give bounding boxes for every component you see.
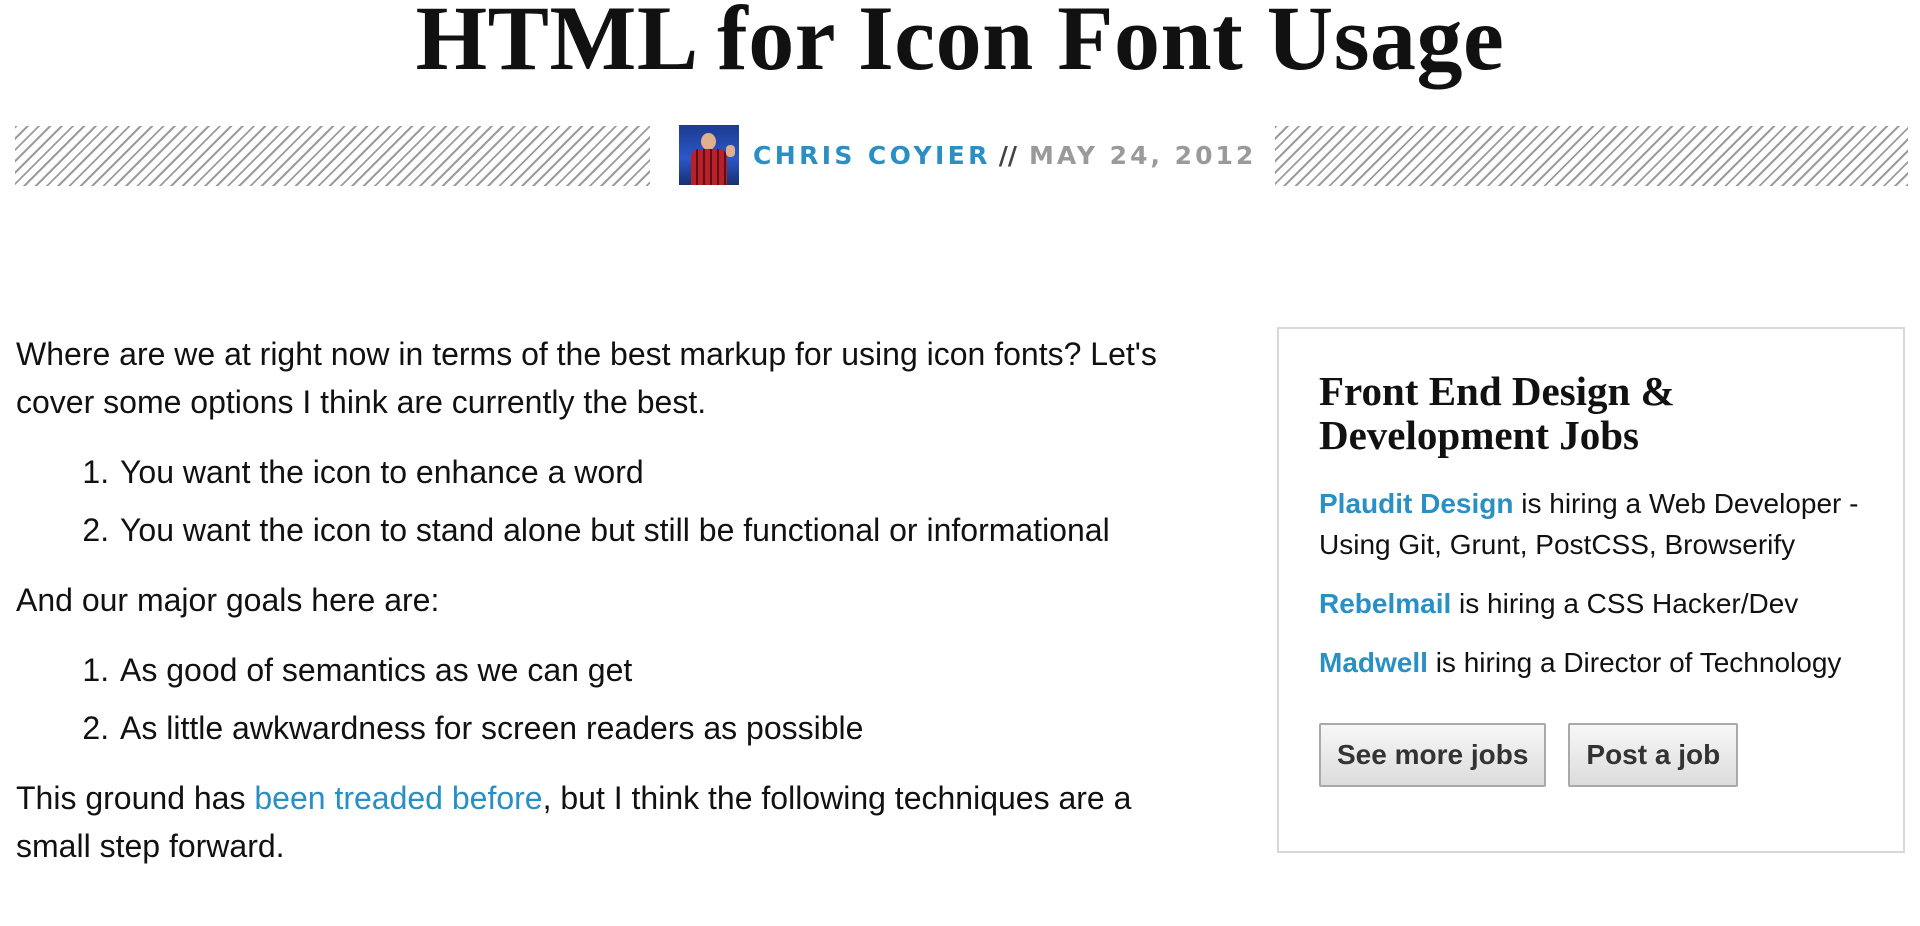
list-item: As good of semantics as we can get (118, 646, 1196, 694)
article-title: HTML for Icon Font Usage (415, 0, 1505, 89)
job-description: is hiring a Director of Technology (1427, 647, 1842, 678)
job-company-link[interactable]: Plaudit Design (1319, 488, 1513, 519)
author-avatar[interactable] (679, 125, 739, 185)
avatar-shirt-shape (691, 149, 727, 185)
post-a-job-button[interactable]: Post a job (1568, 723, 1739, 787)
job-description: is hiring a CSS Hacker/Dev (1451, 588, 1799, 619)
decorative-stripe-right (1275, 126, 1908, 186)
byline-separator: // (998, 140, 1018, 170)
author-link[interactable]: CHRIS COYIER (753, 141, 991, 170)
treaded-before-link[interactable]: been treaded before (254, 780, 542, 816)
job-company-link[interactable]: Madwell (1319, 647, 1428, 678)
goals-intro: And our major goals here are: (16, 582, 440, 618)
closing-paragraph: This ground has been treaded before, but… (16, 774, 1196, 870)
avatar-head-shape (701, 133, 716, 150)
publish-date: MAY 24, 2012 (1029, 140, 1257, 170)
list-item: You want the icon to enhance a word (118, 448, 1196, 496)
options-list: You want the icon to enhance a word You … (16, 448, 1196, 554)
goals-list: As good of semantics as we can get As li… (16, 646, 1196, 752)
jobs-widget: Front End Design & Development Jobs Plau… (1277, 327, 1905, 853)
job-listing: Plaudit Design is hiring a Web Developer… (1319, 483, 1865, 565)
job-listing: Rebelmail is hiring a CSS Hacker/Dev (1319, 583, 1865, 624)
jobs-heading: Front End Design & Development Jobs (1319, 368, 1675, 458)
closing-text-before: This ground has (16, 780, 255, 816)
avatar-hand-shape (726, 145, 735, 157)
jobs-buttons: See more jobs Post a job (1319, 723, 1865, 787)
job-company-link[interactable]: Rebelmail (1319, 588, 1451, 619)
byline: CHRIS COYIER // MAY 24, 2012 (679, 124, 1256, 186)
list-item: As little awkwardness for screen readers… (118, 704, 1196, 752)
decorative-stripe-left (15, 126, 650, 186)
list-item: You want the icon to stand alone but sti… (118, 506, 1196, 554)
intro-paragraph: Where are we at right now in terms of th… (16, 336, 1157, 420)
see-more-jobs-button[interactable]: See more jobs (1319, 723, 1547, 787)
article-body: Where are we at right now in terms of th… (16, 330, 1196, 892)
job-listing: Madwell is hiring a Director of Technolo… (1319, 642, 1865, 683)
